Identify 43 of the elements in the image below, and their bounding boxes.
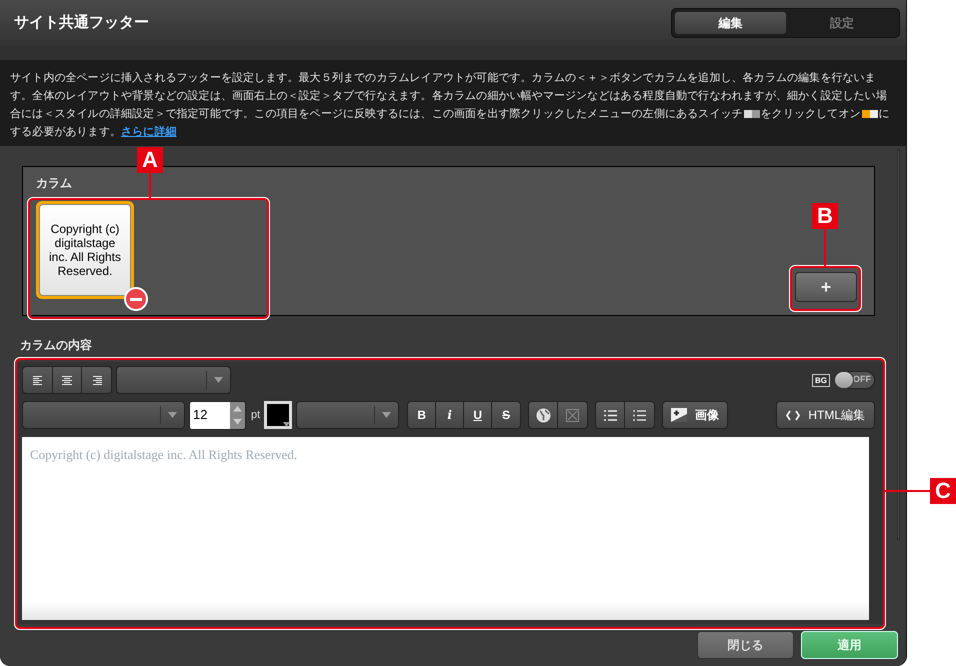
numbered-list-icon [633,410,646,420]
add-column-button[interactable]: + [795,272,857,302]
section-label: カラム [36,175,72,192]
bg-label: BG [812,374,830,386]
close-button[interactable]: 閉じる [697,631,794,659]
section-label: カラムの内容 [20,337,93,354]
tab[interactable]: 設定 [786,11,897,35]
leader-line [149,173,151,198]
image-icon [671,408,688,422]
align-left-icon [32,376,42,384]
caret-icon [283,422,290,427]
caret-icon [168,412,177,418]
globe-icon [536,408,551,422]
underline-button[interactable]: U [464,402,492,428]
caret-icon [382,412,392,418]
description-text: サイト内の全ページに挿入されるフッターを設定します。最大５列までのカラムレイアウトが可能です。カラムの＜＋＞ボタンでカラムを追加し、各カラムの編集を行ないます。全体のレイアウトや背景などの設定は、画面右上の＜設定＞タブで行なえます。各カラムの細かい幅やマージンなどはある程度自動で行なわれますが、細かく設定したい場合には＜スタイルの詳細設定＞で指定可能です。この項目をページに反映するには、この画面を出す際クリックしたメニューの左側にあるスイッチ をクリックしてオン にする必要があります。さらに詳細 [10,70,891,140]
switch-on-icon [862,110,878,118]
align-right-icon [92,376,102,384]
callout-label: A [137,147,163,173]
strikethrough-button[interactable]: S [492,402,520,428]
code-icon [786,410,800,420]
toggle-switch[interactable]: OFF [834,371,875,389]
callout-label: C [930,478,956,504]
tab[interactable]: 編集 [674,11,786,35]
more-details-link[interactable]: さらに詳細 [121,126,176,138]
align-center-icon [62,376,72,384]
bullet-list-icon [604,410,617,420]
remove-icon[interactable] [124,287,148,311]
crossed-box-icon [566,408,580,422]
unit-label: pt [251,408,260,423]
callout-label: B [812,203,838,229]
switch-off-icon [744,110,760,118]
bold-button[interactable]: B [408,402,436,428]
leader-line [824,229,826,266]
window-title: サイト共通フッター [14,12,149,33]
caret-icon [214,377,223,383]
image-button[interactable]: 画像 [662,401,728,429]
html-edit-button[interactable]: HTML編集 [776,401,875,429]
font-size-field[interactable]: 12 [189,400,246,430]
callout-frame [790,266,861,311]
leader-line [884,490,930,492]
italic-button[interactable]: i [436,402,464,428]
color-swatch[interactable] [264,401,292,429]
